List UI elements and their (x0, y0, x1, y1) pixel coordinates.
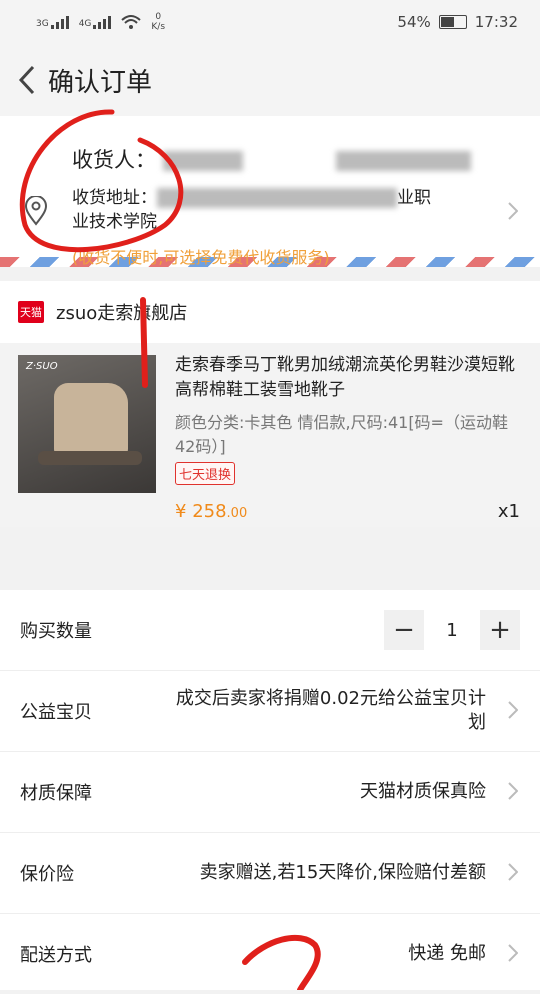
product-sku: 颜色分类:卡其色 情侣款,尺码:41[码=（运动鞋42码）] (175, 413, 508, 456)
consignee-name-redacted (162, 151, 243, 171)
delivery-row[interactable]: 配送方式 快递 免邮 (0, 914, 540, 994)
increase-button[interactable]: + (480, 610, 520, 650)
price-protection-value: 卖家赠送,若15天降价,保险赔付差额 (199, 862, 486, 883)
product-title: 走索春季马丁靴男加绒潮流英伦男鞋沙漠短靴高帮棉鞋工装雪地靴子 (175, 355, 515, 400)
address-text: 收货地址： 业职 业技术学院 (72, 186, 492, 234)
address-line2: 业技术学院 (72, 212, 157, 232)
delivery-value: 快递 免邮 (408, 943, 486, 964)
network-speed: 0 K/s (151, 12, 165, 32)
tmall-icon: 天猫 (18, 301, 44, 323)
material-value: 天猫材质保真险 (360, 781, 486, 802)
product-price: ¥ 258.00 (175, 501, 247, 522)
charity-row[interactable]: 公益宝贝 成交后卖家将捐赠0.02元给公益宝贝计 划 (0, 671, 540, 752)
phone-redacted (336, 151, 472, 171)
location-pin-icon (24, 196, 48, 226)
quantity-stepper[interactable]: − 1 + (384, 610, 520, 650)
quantity-row: 购买数量 − 1 + (0, 590, 540, 671)
product-quantity: x1 (497, 501, 520, 522)
decrease-button[interactable]: − (384, 610, 424, 650)
speed-value: 0 (155, 12, 162, 22)
quantity-label: 购买数量 (20, 621, 92, 642)
signal-icon-2: 4G (78, 15, 112, 29)
signal-group: 3G 4G 0 K/s (36, 12, 165, 32)
address-card[interactable]: 收货人： 收货地址： 业职 业技术学院 (收货不便时,可选择免费代收货服务) (0, 116, 540, 267)
wifi-icon (121, 15, 142, 29)
chevron-right-icon (508, 701, 518, 719)
quantity-value[interactable]: 1 (424, 620, 480, 641)
charity-label: 公益宝贝 (20, 702, 92, 723)
address-label: 收货地址： (72, 188, 157, 208)
chevron-right-icon (508, 944, 518, 962)
status-bar: 3G 4G 0 K/s 54% 17:32 (0, 0, 540, 44)
delivery-label: 配送方式 (20, 945, 92, 966)
delivery-hint: (收货不便时,可选择免费代收货服务) (72, 248, 330, 267)
return-badge: 七天退换 (175, 462, 236, 485)
signal-icon-1: 3G (36, 15, 69, 29)
material-row[interactable]: 材质保障 天猫材质保真险 (0, 752, 540, 833)
address-end: 业职 (397, 188, 431, 208)
material-label: 材质保障 (20, 783, 92, 804)
battery-icon (438, 15, 467, 29)
chevron-right-icon (508, 202, 518, 220)
brand-logo: Z·SUO (26, 361, 58, 372)
order-options: 购买数量 − 1 + 公益宝贝 成交后卖家将捐赠0.02元给公益宝贝计 划 材质… (0, 590, 540, 990)
price-decimal: .00 (226, 506, 248, 521)
consignee: 收货人： (72, 144, 472, 174)
chevron-right-icon (508, 863, 518, 881)
network-type-1: 3G (36, 18, 49, 29)
price-protection-label: 保价险 (20, 864, 74, 885)
price-protection-row[interactable]: 保价险 卖家赠送,若15天降价,保险赔付差额 (0, 833, 540, 914)
address-redacted (157, 188, 397, 208)
speed-unit: K/s (151, 22, 166, 32)
shop-name: zsuo走索旗舰店 (56, 303, 188, 324)
product-item[interactable]: Z·SUO 走索春季马丁靴男加绒潮流英伦男鞋沙漠短靴高帮棉鞋工装雪地靴子 颜色分… (0, 343, 540, 527)
consignee-label: 收货人： (72, 148, 156, 172)
battery-percent: 54% (397, 13, 431, 31)
back-arrow-icon (18, 65, 35, 95)
charity-value-line2: 划 (468, 712, 486, 733)
header: 确认订单 (0, 44, 540, 116)
back-button[interactable] (12, 65, 42, 95)
charity-value: 成交后卖家将捐赠0.02元给公益宝贝计 划 (176, 687, 486, 735)
price-symbol: ¥ (175, 501, 187, 522)
shop-header[interactable]: 天猫 zsuo走索旗舰店 (0, 281, 540, 343)
clock: 17:32 (474, 13, 518, 31)
charity-value-line1: 成交后卖家将捐赠0.02元给公益宝贝计 (175, 688, 486, 709)
product-image: Z·SUO (18, 355, 156, 493)
price-integer: 258 (192, 501, 227, 522)
page-title: 确认订单 (48, 67, 153, 98)
network-type-2: 4G (78, 18, 92, 29)
chevron-right-icon (508, 782, 518, 800)
